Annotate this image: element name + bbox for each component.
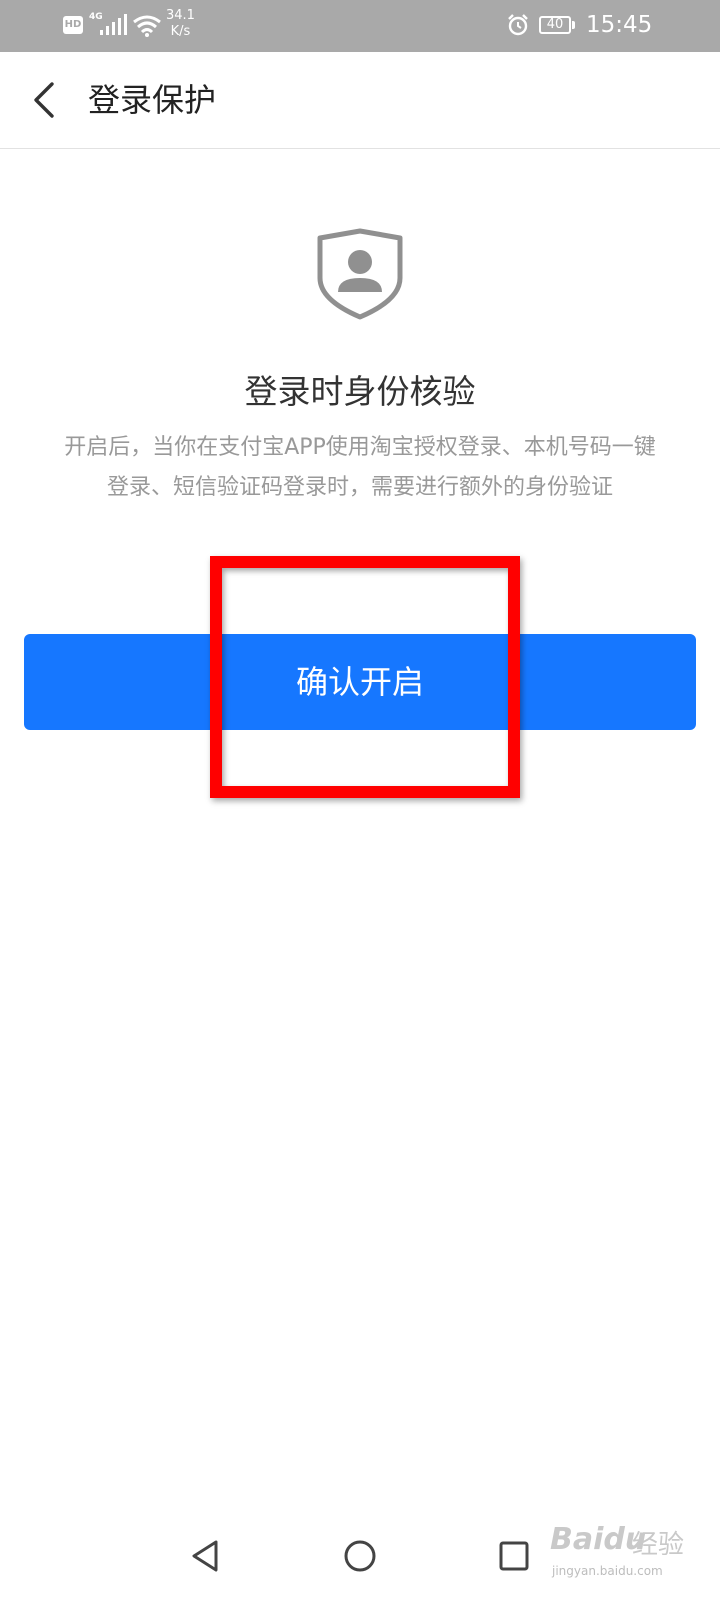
network-speed-unit: K/s [170, 24, 191, 39]
network-speed-value: 34.1 [166, 8, 195, 23]
circle-home-icon[interactable] [340, 1536, 380, 1576]
hd-badge: HD [63, 16, 83, 34]
clock: 15:45 [586, 12, 653, 38]
back-button[interactable] [22, 74, 66, 126]
screen: HD 4G 34.1 K/s 40 15:45 登录保护 登录时身份核验 开启后… [0, 0, 720, 1600]
section-title: 登录时身份核验 [244, 372, 476, 411]
square-recents-icon[interactable] [494, 1536, 534, 1576]
alarm-icon [508, 14, 528, 36]
baidu-watermark: Baidu 经验 jingyan.baidu.com [550, 1516, 710, 1586]
signal-icon [100, 14, 127, 35]
description: 开启后，当你在支付宝APP使用淘宝授权登录、本机号码一键 登录、短信验证码登录时… [22, 428, 698, 508]
triangle-back-icon[interactable] [186, 1536, 226, 1576]
page-title: 登录保护 [88, 81, 217, 119]
watermark-url: jingyan.baidu.com [552, 1564, 663, 1578]
confirm-enable-button[interactable]: 确认开启 [24, 634, 696, 730]
wifi-icon [133, 15, 161, 37]
chevron-left-icon [34, 82, 54, 118]
battery-icon: 40 [539, 16, 571, 34]
shield-user-icon [317, 228, 403, 320]
battery-tip [572, 21, 575, 29]
watermark-text: 经验 [632, 1530, 685, 1560]
description-line-2: 登录、短信验证码登录时，需要进行额外的身份验证 [106, 475, 613, 500]
status-bar: HD 4G 34.1 K/s 40 15:45 [0, 0, 720, 52]
header: 登录保护 [0, 52, 720, 149]
watermark-logo-bai: Bai [550, 1522, 604, 1557]
network-speed: 34.1 K/s [166, 8, 195, 40]
description-line-1: 开启后，当你在支付宝APP使用淘宝授权登录、本机号码一键 [64, 435, 656, 460]
